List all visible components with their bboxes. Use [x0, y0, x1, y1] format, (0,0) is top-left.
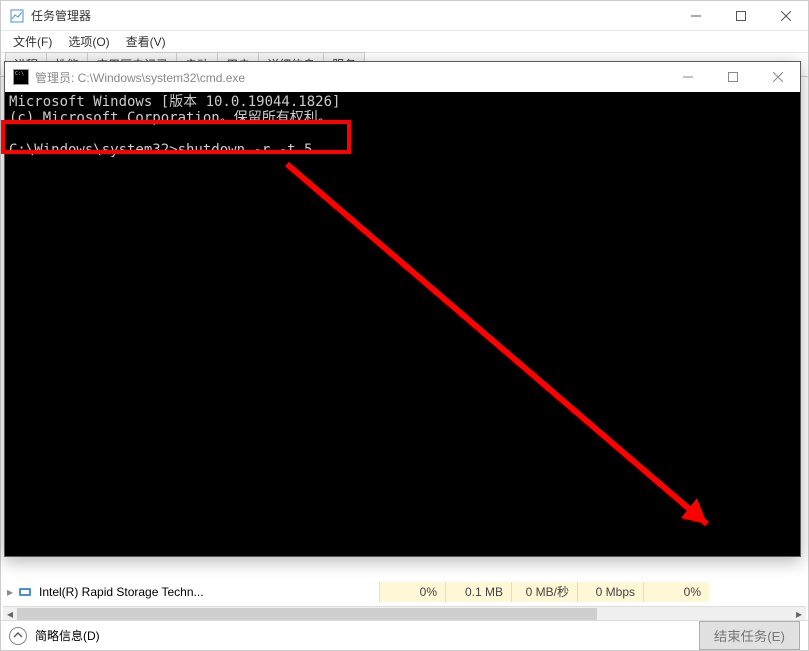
metric-cells: 0% 0.1 MB 0 MB/秒 0 Mbps 0%	[379, 582, 709, 602]
cell-network: 0 Mbps	[577, 582, 643, 602]
collapse-icon[interactable]	[9, 627, 27, 645]
end-task-button[interactable]: 结束任务(E)	[699, 621, 800, 650]
cmd-window-controls	[665, 62, 800, 92]
maximize-button[interactable]	[718, 1, 763, 31]
cmd-titlebar[interactable]: 管理员: C:\Windows\system32\cmd.exe	[5, 62, 800, 92]
cmd-minimize-button[interactable]	[665, 62, 710, 92]
close-button[interactable]	[763, 1, 808, 31]
cell-cpu: 0%	[379, 582, 445, 602]
cmd-icon	[13, 69, 29, 85]
cell-gpu: 0%	[643, 582, 709, 602]
cmd-title: 管理员: C:\Windows\system32\cmd.exe	[35, 69, 665, 86]
process-icon	[17, 584, 33, 600]
menu-options[interactable]: 选项(O)	[60, 31, 117, 52]
horizontal-scrollbar[interactable]: ◂ ▸	[3, 606, 806, 620]
scrollbar-thumb[interactable]	[17, 608, 597, 620]
scroll-left-icon[interactable]: ◂	[3, 607, 17, 621]
cmd-output-line1: Microsoft Windows [版本 10.0.19044.1826]	[9, 94, 340, 110]
process-list: ▸ Intel(R) Rapid Storage Techn... 0% 0.1…	[3, 582, 806, 606]
process-row[interactable]: ▸ Intel(R) Rapid Storage Techn... 0% 0.1…	[3, 582, 806, 602]
annotation-arrow	[277, 154, 737, 554]
task-manager-title: 任务管理器	[31, 7, 91, 24]
cmd-maximize-button[interactable]	[710, 62, 755, 92]
task-manager-icon	[9, 8, 25, 24]
cmd-close-button[interactable]	[755, 62, 800, 92]
expand-icon[interactable]: ▸	[3, 585, 17, 599]
footer: 简略信息(D) 结束任务(E)	[1, 620, 808, 650]
menubar: 文件(F) 选项(O) 查看(V)	[1, 31, 808, 53]
cell-memory: 0.1 MB	[445, 582, 511, 602]
window-controls	[673, 1, 808, 31]
cmd-prompt-line: C:\Windows\system32>shutdown -r -t 5	[9, 142, 312, 158]
cmd-window: 管理员: C:\Windows\system32\cmd.exe Microso…	[4, 61, 801, 557]
cmd-terminal[interactable]: Microsoft Windows [版本 10.0.19044.1826] (…	[5, 92, 800, 556]
process-name: Intel(R) Rapid Storage Techn...	[39, 585, 379, 599]
menu-view[interactable]: 查看(V)	[118, 31, 174, 52]
menu-file[interactable]: 文件(F)	[5, 31, 60, 52]
cmd-output-line2: (c) Microsoft Corporation。保留所有权利。	[9, 110, 332, 126]
cell-disk: 0 MB/秒	[511, 582, 577, 602]
minimize-button[interactable]	[673, 1, 718, 31]
task-manager-titlebar[interactable]: 任务管理器	[1, 1, 808, 31]
scroll-right-icon[interactable]: ▸	[792, 607, 806, 621]
brief-info-link[interactable]: 简略信息(D)	[35, 627, 100, 644]
